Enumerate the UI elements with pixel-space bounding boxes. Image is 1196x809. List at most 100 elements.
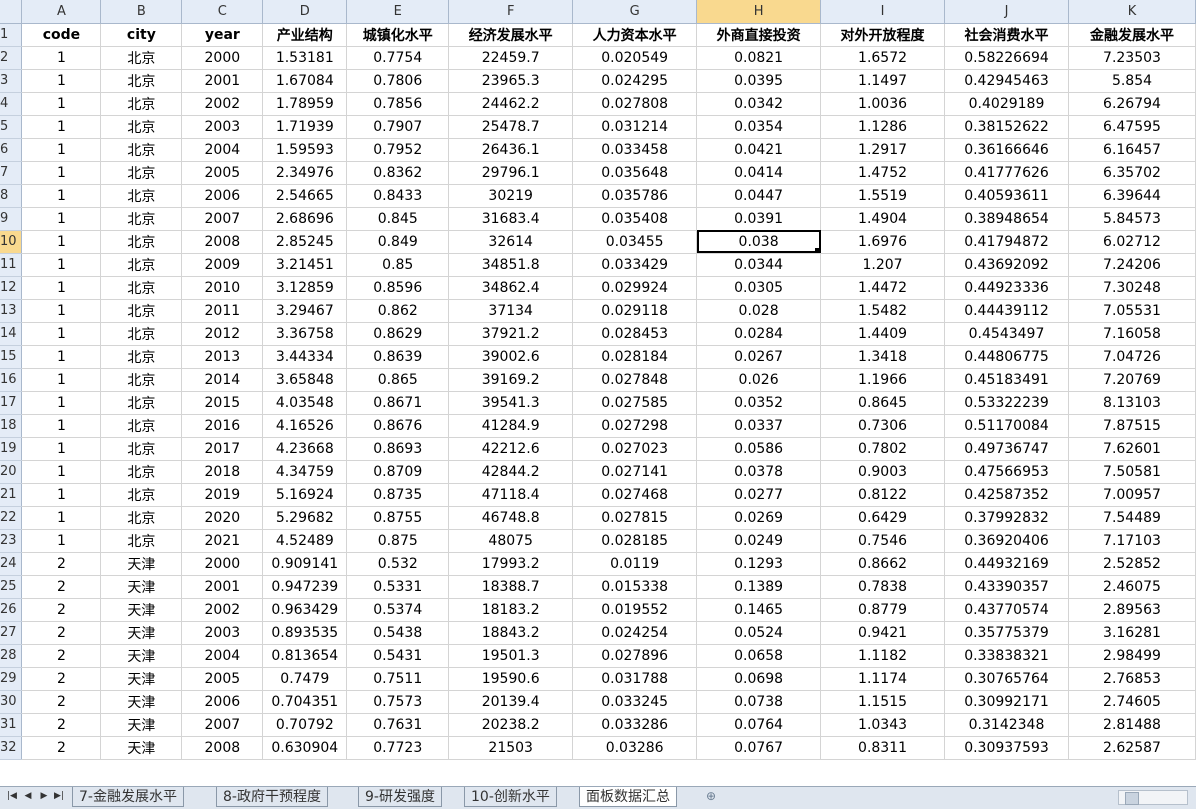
data-cell[interactable]: 39541.3 (448, 391, 574, 415)
data-cell[interactable]: 0.40593611 (944, 184, 1069, 208)
data-cell[interactable]: 2003 (181, 115, 264, 139)
row-header[interactable]: 19 (0, 437, 23, 461)
data-cell[interactable]: 2008 (181, 230, 264, 254)
data-cell[interactable]: 0.0305 (696, 276, 822, 300)
row-header[interactable]: 3 (0, 69, 23, 93)
data-cell[interactable]: 0.813654 (262, 644, 348, 668)
data-cell[interactable]: 3.16281 (1068, 621, 1196, 645)
data-cell[interactable]: 0.028453 (572, 322, 698, 346)
data-cell[interactable]: 6.26794 (1068, 92, 1196, 116)
data-cell[interactable]: 41284.9 (448, 414, 574, 438)
data-cell[interactable]: 32614 (448, 230, 574, 254)
data-cell[interactable]: 0.0421 (696, 138, 822, 162)
data-cell[interactable]: 0.027896 (572, 644, 698, 668)
data-cell[interactable]: 0.027815 (572, 506, 698, 530)
data-cell[interactable]: 0.1293 (696, 552, 822, 576)
data-cell[interactable]: 6.02712 (1068, 230, 1196, 254)
data-cell[interactable]: 20238.2 (448, 713, 574, 737)
data-cell[interactable]: 0.7631 (346, 713, 450, 737)
data-cell[interactable]: 0.963429 (262, 598, 348, 622)
data-cell[interactable]: 1 (21, 483, 102, 507)
data-cell[interactable]: 0.4029189 (944, 92, 1069, 116)
data-cell[interactable]: 天津 (100, 575, 183, 599)
data-cell[interactable]: 42212.6 (448, 437, 574, 461)
data-cell[interactable]: 2.34976 (262, 161, 348, 185)
data-cell[interactable]: 1.2917 (820, 138, 946, 162)
data-cell[interactable]: 26436.1 (448, 138, 574, 162)
data-cell[interactable]: 2.85245 (262, 230, 348, 254)
data-cell[interactable]: 1 (21, 299, 102, 323)
column-header-g[interactable]: G (572, 0, 698, 24)
data-cell[interactable]: 1.5482 (820, 299, 946, 323)
data-cell[interactable]: 8.13103 (1068, 391, 1196, 415)
data-cell[interactable]: 0.029118 (572, 299, 698, 323)
data-cell[interactable]: 0.0119 (572, 552, 698, 576)
data-cell[interactable]: 0.0378 (696, 460, 822, 484)
data-cell[interactable]: 0.43390357 (944, 575, 1069, 599)
data-cell[interactable]: 2008 (181, 736, 264, 760)
data-cell[interactable]: 2 (21, 736, 102, 760)
data-cell[interactable]: 0.7806 (346, 69, 450, 93)
data-cell[interactable]: 0.028184 (572, 345, 698, 369)
data-cell[interactable]: 0.865 (346, 368, 450, 392)
data-cell[interactable]: 北京 (100, 46, 183, 70)
column-header-h[interactable]: H (696, 0, 822, 24)
data-cell[interactable]: 4.34759 (262, 460, 348, 484)
data-cell[interactable]: 北京 (100, 391, 183, 415)
data-cell[interactable]: 1 (21, 368, 102, 392)
data-cell[interactable]: 2018 (181, 460, 264, 484)
data-cell[interactable]: 39169.2 (448, 368, 574, 392)
data-cell[interactable]: 3.44334 (262, 345, 348, 369)
data-cell[interactable]: 0.8645 (820, 391, 946, 415)
data-cell[interactable]: 5.16924 (262, 483, 348, 507)
column-title-cell[interactable]: 城镇化水平 (346, 23, 450, 47)
data-cell[interactable]: 4.52489 (262, 529, 348, 553)
data-cell[interactable]: 37134 (448, 299, 574, 323)
new-sheet-icon[interactable]: ⊕ (706, 789, 716, 803)
data-cell[interactable]: 6.39644 (1068, 184, 1196, 208)
data-cell[interactable]: 0.0249 (696, 529, 822, 553)
sheet-tab-8[interactable]: 8-政府干预程度 (216, 787, 328, 807)
row-header[interactable]: 24 (0, 552, 23, 576)
data-cell[interactable]: 3.21451 (262, 253, 348, 277)
data-cell[interactable]: 北京 (100, 299, 183, 323)
data-cell[interactable]: 7.04726 (1068, 345, 1196, 369)
data-cell[interactable]: 0.0447 (696, 184, 822, 208)
data-cell[interactable]: 7.62601 (1068, 437, 1196, 461)
data-cell[interactable]: 48075 (448, 529, 574, 553)
data-cell[interactable]: 5.84573 (1068, 207, 1196, 231)
data-cell[interactable]: 2009 (181, 253, 264, 277)
data-cell[interactable]: 0.0764 (696, 713, 822, 737)
data-cell[interactable]: 2.54665 (262, 184, 348, 208)
data-cell[interactable]: 2019 (181, 483, 264, 507)
data-cell[interactable]: 7.20769 (1068, 368, 1196, 392)
data-cell[interactable]: 2003 (181, 621, 264, 645)
column-header-i[interactable]: I (820, 0, 946, 24)
column-title-cell[interactable]: 社会消费水平 (944, 23, 1069, 47)
nav-last-icon[interactable]: ▶| (53, 791, 65, 801)
data-cell[interactable]: 0.7754 (346, 46, 450, 70)
data-cell[interactable]: 0.44932169 (944, 552, 1069, 576)
data-cell[interactable]: 19501.3 (448, 644, 574, 668)
data-cell[interactable]: 2021 (181, 529, 264, 553)
data-cell[interactable]: 18843.2 (448, 621, 574, 645)
data-cell[interactable]: 0.019552 (572, 598, 698, 622)
data-cell[interactable]: 0.7952 (346, 138, 450, 162)
data-cell[interactable]: 0.0767 (696, 736, 822, 760)
data-cell[interactable]: 1 (21, 161, 102, 185)
data-cell[interactable]: 天津 (100, 644, 183, 668)
data-cell[interactable]: 2007 (181, 207, 264, 231)
data-cell[interactable]: 25478.7 (448, 115, 574, 139)
data-cell[interactable]: 17993.2 (448, 552, 574, 576)
data-cell[interactable]: 4.03548 (262, 391, 348, 415)
row-header[interactable]: 28 (0, 644, 23, 668)
data-cell[interactable]: 6.16457 (1068, 138, 1196, 162)
data-cell[interactable]: 24462.2 (448, 92, 574, 116)
data-cell[interactable]: 2 (21, 621, 102, 645)
data-cell[interactable]: 0.027808 (572, 92, 698, 116)
data-cell[interactable]: 2017 (181, 437, 264, 461)
data-cell[interactable]: 1 (21, 207, 102, 231)
nav-prev-icon[interactable]: ◀ (22, 791, 34, 801)
row-header[interactable]: 12 (0, 276, 23, 300)
data-cell[interactable]: 0.031788 (572, 667, 698, 691)
